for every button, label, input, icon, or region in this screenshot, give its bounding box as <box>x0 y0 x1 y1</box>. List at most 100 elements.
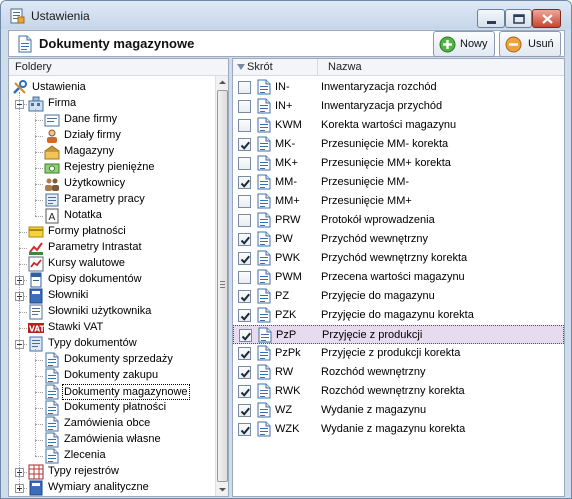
folder-item[interactable]: Wymiary analityczne <box>9 480 216 496</box>
document-name: Przyjęcie z produkcji korekta <box>321 347 461 359</box>
active-checkbox[interactable] <box>238 290 251 303</box>
folders-pane: Foldery Ustawienia Firma Dane firmy Działy … <box>8 58 229 497</box>
folders-scrollbar[interactable] <box>215 76 228 496</box>
active-checkbox[interactable] <box>238 100 251 113</box>
active-checkbox[interactable] <box>238 404 251 417</box>
active-checkbox[interactable] <box>238 195 251 208</box>
folder-item[interactable]: Parametry Intrastat <box>9 240 216 256</box>
folder-item[interactable]: VAT Stawki VAT <box>9 320 216 336</box>
folders-tree[interactable]: Ustawienia Firma Dane firmy Działy firmy Mag… <box>9 76 216 496</box>
active-checkbox[interactable] <box>239 329 252 342</box>
folder-item[interactable]: Użytkownicy <box>9 176 216 192</box>
active-checkbox[interactable] <box>238 252 251 265</box>
analytic-dimensions-icon <box>28 480 44 496</box>
folder-item[interactable]: Typy rejestrów <box>9 464 216 480</box>
folders-header: Foldery <box>9 59 228 76</box>
document-type-row[interactable]: MM- Przesunięcie MM- <box>233 173 564 192</box>
document-code: RW <box>275 366 294 378</box>
document-code: MK- <box>275 138 296 150</box>
document-type-row[interactable]: PW Przychód wewnętrzny <box>233 230 564 249</box>
folder-item[interactable]: Kursy walutowe <box>9 256 216 272</box>
active-checkbox[interactable] <box>238 176 251 189</box>
active-checkbox[interactable] <box>238 233 251 246</box>
folder-item[interactable]: Formy płatności <box>9 224 216 240</box>
folder-item[interactable]: Magazyny <box>9 144 216 160</box>
document-type-row[interactable]: WZ Wydanie z magazynu <box>233 401 564 420</box>
documents-pane: Skrót Nazwa IN- Inwentaryzacja rozchód IN+… <box>232 58 565 497</box>
document-type-row[interactable]: MK- Przesunięcie MM- korekta <box>233 135 564 154</box>
document-code: PRW <box>275 214 301 226</box>
documents-header: Skrót Nazwa <box>233 59 564 76</box>
active-checkbox[interactable] <box>238 119 251 132</box>
new-button[interactable]: Nowy <box>433 31 495 57</box>
document-type-row[interactable]: PWK Przychód wewnętrzny korekta <box>233 249 564 268</box>
folder-item[interactable]: Zamówienia obce <box>9 416 216 432</box>
folder-item-label: Dokumenty zakupu <box>64 369 159 381</box>
document-icon <box>256 117 272 134</box>
user-dictionaries-icon <box>28 304 44 320</box>
maximize-button[interactable] <box>505 9 532 28</box>
folder-item[interactable]: A Notatka <box>9 208 216 224</box>
active-checkbox[interactable] <box>238 214 251 227</box>
folder-item[interactable]: Rejestry pieniężne <box>9 160 216 176</box>
document-code: RWK <box>275 385 301 397</box>
document-type-row[interactable]: PzP Przyjęcie z produkcji <box>233 325 564 344</box>
scroll-down-icon[interactable] <box>216 483 229 496</box>
document-type-row[interactable]: MK+ Przesunięcie MM+ korekta <box>233 154 564 173</box>
folder-item[interactable]: Dokumenty zakupu <box>9 368 216 384</box>
document-name: Przecena wartości magazynu <box>321 271 465 283</box>
document-type-row[interactable]: PzPk Przyjęcie z produkcji korekta <box>233 344 564 363</box>
folder-item[interactable]: Dokumenty sprzedaży <box>9 352 216 368</box>
folder-item[interactable]: Słowniki <box>9 288 216 304</box>
document-type-row[interactable]: MM+ Przesunięcie MM+ <box>233 192 564 211</box>
active-checkbox[interactable] <box>238 385 251 398</box>
folder-item[interactable]: Firma <box>9 96 216 112</box>
document-types-icon <box>28 336 44 352</box>
delete-button[interactable]: Usuń <box>499 31 561 57</box>
folder-item[interactable]: Zlecenia <box>9 448 216 464</box>
active-checkbox[interactable] <box>238 81 251 94</box>
document-code: KWM <box>275 119 302 131</box>
folder-item[interactable]: Dane firmy <box>9 112 216 128</box>
document-code: MM- <box>275 176 297 188</box>
active-checkbox[interactable] <box>238 138 251 151</box>
document-type-row[interactable]: RWK Rozchód wewnętrzny korekta <box>233 382 564 401</box>
document-icon <box>256 231 272 248</box>
close-button[interactable] <box>532 9 561 28</box>
folder-item[interactable]: Typy dokumentów <box>9 336 216 352</box>
folder-item-label: Magazyny <box>64 145 115 157</box>
scroll-up-icon[interactable] <box>216 76 229 89</box>
folder-item[interactable]: Działy firmy <box>9 128 216 144</box>
document-type-row[interactable]: KWM Korekta wartości magazynu <box>233 116 564 135</box>
active-checkbox[interactable] <box>238 347 251 360</box>
active-checkbox[interactable] <box>238 271 251 284</box>
folder-item-label: Typy rejestrów <box>48 465 119 477</box>
folder-item[interactable]: Dokumenty płatności <box>9 400 216 416</box>
document-type-row[interactable]: PWM Przecena wartości magazynu <box>233 268 564 287</box>
document-icon <box>256 383 272 400</box>
document-type-row[interactable]: PZ Przyjęcie do magazynu <box>233 287 564 306</box>
column-header-code[interactable]: Skrót <box>247 61 273 73</box>
title-bar[interactable]: Ustawienia <box>1 1 571 29</box>
column-header-name[interactable]: Nazwa <box>328 61 362 73</box>
active-checkbox[interactable] <box>238 309 251 322</box>
document-type-row[interactable]: IN+ Inwentaryzacja przychód <box>233 97 564 116</box>
active-checkbox[interactable] <box>238 366 251 379</box>
document-type-row[interactable]: PRW Protokół wprowadzenia <box>233 211 564 230</box>
document-type-row[interactable]: IN- Inwentaryzacja rozchód <box>233 78 564 97</box>
scroll-thumb[interactable] <box>217 90 228 482</box>
folder-item[interactable]: Zamówienia własne <box>9 432 216 448</box>
folder-item[interactable]: Opisy dokumentów <box>9 272 216 288</box>
document-type-row[interactable]: PZK Przyjęcie do magazynu korekta <box>233 306 564 325</box>
minimize-button[interactable] <box>477 9 505 28</box>
folder-item[interactable]: Parametry pracy <box>9 192 216 208</box>
document-type-row[interactable]: WZK Wydanie z magazynu korekta <box>233 420 564 439</box>
active-checkbox[interactable] <box>238 423 251 436</box>
folder-item[interactable]: Dokumenty magazynowe <box>9 384 216 400</box>
document-type-row[interactable]: RW Rozchód wewnętrzny <box>233 363 564 382</box>
folder-item-label: Zamówienia obce <box>64 417 151 429</box>
folder-item[interactable]: Ustawienia <box>9 80 216 96</box>
close-icon <box>542 14 553 24</box>
folder-item[interactable]: Słowniki użytkownika <box>9 304 216 320</box>
active-checkbox[interactable] <box>238 157 251 170</box>
